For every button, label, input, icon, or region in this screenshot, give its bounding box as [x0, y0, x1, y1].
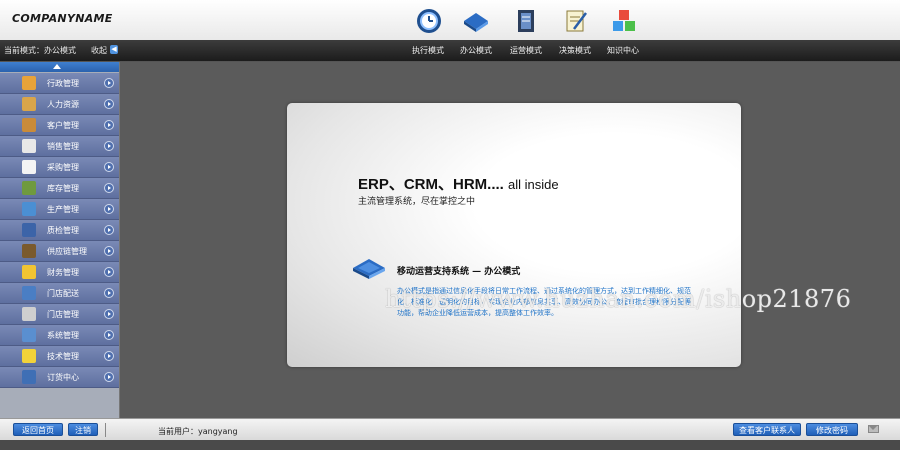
- collapse-link[interactable]: 收起: [91, 45, 107, 56]
- sales-icon: [22, 139, 36, 153]
- sidebar-item-supply-chain[interactable]: 供应链管理: [0, 241, 119, 262]
- tab-operation-mode[interactable]: 运营模式: [501, 45, 551, 56]
- section-heading: 移动运营支持系统 — 办公模式: [397, 267, 521, 277]
- book-icon: [353, 259, 385, 279]
- sidebar-item-label: 门店配送: [47, 289, 79, 298]
- sidebar-item-label: 客户管理: [47, 121, 79, 130]
- sidebar-item-inventory[interactable]: 库存管理: [0, 178, 119, 199]
- chevron-right-icon[interactable]: [104, 99, 114, 109]
- system-icon: [22, 328, 36, 342]
- tech-icon: [22, 349, 36, 363]
- people-icon: [22, 97, 36, 111]
- mail-icon[interactable]: [868, 425, 879, 433]
- sidebar: 行政管理人力资源客户管理销售管理采购管理库存管理生产管理质检管理供应链管理财务管…: [0, 62, 120, 418]
- sidebar-item-admin[interactable]: 行政管理: [0, 73, 119, 94]
- sidebar-item-finance[interactable]: 财务管理: [0, 262, 119, 283]
- home-button[interactable]: 返回首页: [13, 423, 63, 436]
- chevron-right-icon[interactable]: [104, 120, 114, 130]
- inventory-icon: [22, 181, 36, 195]
- delivery-icon: [22, 286, 36, 300]
- sidebar-item-label: 系统管理: [47, 331, 79, 340]
- finance-icon: [22, 265, 36, 279]
- up-arrow-icon[interactable]: [53, 64, 61, 69]
- tab-office-mode[interactable]: 办公模式: [451, 45, 501, 56]
- footer-bar: 返回首页 注销 当前用户：yangyang 查看客户联系人 修改密码: [0, 418, 900, 441]
- sidebar-item-delivery[interactable]: 门店配送: [0, 283, 119, 304]
- production-icon: [22, 202, 36, 216]
- company-logo: COMPANYNAME: [12, 12, 113, 25]
- sidebar-item-label: 销售管理: [47, 142, 79, 151]
- notepad-icon[interactable]: [562, 7, 590, 35]
- current-mode-label: 当前模式：办公模式: [4, 46, 76, 55]
- sidebar-item-tech[interactable]: 技术管理: [0, 346, 119, 367]
- chevron-right-icon[interactable]: [104, 267, 114, 277]
- sidebar-item-label: 生产管理: [47, 205, 79, 214]
- sidebar-item-label: 门店管理: [47, 310, 79, 319]
- footer-divider: [105, 423, 106, 437]
- headline: ERP、CRM、HRM.... all inside: [358, 173, 559, 194]
- chevron-right-icon[interactable]: [104, 246, 114, 256]
- tab-decision-mode[interactable]: 决策模式: [550, 45, 600, 56]
- sidebar-item-label: 技术管理: [47, 352, 79, 361]
- tab-knowledge-center[interactable]: 知识中心: [598, 45, 648, 56]
- headline-subtitle: 主流管理系统，尽在掌控之中: [358, 197, 476, 207]
- cubes-icon[interactable]: [610, 7, 638, 35]
- admin-icon: [22, 76, 36, 90]
- supply-chain-icon: [22, 244, 36, 258]
- quality-icon: [22, 223, 36, 237]
- sidebar-item-label: 行政管理: [47, 79, 79, 88]
- top-header: COMPANYNAME: [0, 0, 900, 41]
- sidebar-item-sales[interactable]: 销售管理: [0, 136, 119, 157]
- sidebar-item-production[interactable]: 生产管理: [0, 199, 119, 220]
- change-password-button[interactable]: 修改密码: [806, 423, 858, 436]
- watermark-text: https://www.huzhan.com/ishop21876: [385, 285, 852, 313]
- chevron-right-icon[interactable]: [104, 351, 114, 361]
- sidebar-item-label: 采购管理: [47, 163, 79, 172]
- sidebar-item-store[interactable]: 门店管理: [0, 304, 119, 325]
- chevron-right-icon[interactable]: [104, 78, 114, 88]
- headline-suffix: all inside: [508, 177, 559, 192]
- current-user: 当前用户：yangyang: [158, 427, 238, 436]
- customer-icon: [22, 118, 36, 132]
- chevron-right-icon[interactable]: [104, 309, 114, 319]
- sidebar-item-quality[interactable]: 质检管理: [0, 220, 119, 241]
- chevron-right-icon[interactable]: [104, 330, 114, 340]
- sidebar-item-label: 订货中心: [47, 373, 79, 382]
- sidebar-item-order[interactable]: 订货中心: [0, 367, 119, 388]
- book-icon[interactable]: [462, 7, 490, 35]
- sidebar-item-label: 质检管理: [47, 226, 79, 235]
- sidebar-item-label: 库存管理: [47, 184, 79, 193]
- sidebar-item-people[interactable]: 人力资源: [0, 94, 119, 115]
- headline-main: ERP、CRM、HRM....: [358, 176, 504, 193]
- sidebar-item-label: 供应链管理: [47, 247, 87, 256]
- chevron-right-icon[interactable]: [104, 141, 114, 151]
- chevron-right-icon[interactable]: [104, 162, 114, 172]
- logout-button[interactable]: 注销: [68, 423, 98, 436]
- collapse-arrow-icon[interactable]: ◀: [110, 45, 118, 54]
- store-icon: [22, 307, 36, 321]
- mode-bar: 当前模式：办公模式 收起 ◀ 执行模式 办公模式 运营模式 决策模式 知识中心: [0, 40, 900, 62]
- sidebar-item-label: 财务管理: [47, 268, 79, 277]
- view-contacts-button[interactable]: 查看客户联系人: [733, 423, 801, 436]
- sidebar-item-system[interactable]: 系统管理: [0, 325, 119, 346]
- sidebar-item-label: 人力资源: [47, 100, 79, 109]
- chevron-right-icon[interactable]: [104, 204, 114, 214]
- document-icon[interactable]: [512, 7, 540, 35]
- sidebar-item-customer[interactable]: 客户管理: [0, 115, 119, 136]
- order-icon: [22, 370, 36, 384]
- sidebar-item-purchase[interactable]: 采购管理: [0, 157, 119, 178]
- chevron-right-icon[interactable]: [104, 372, 114, 382]
- purchase-icon: [22, 160, 36, 174]
- sidebar-scroll-up[interactable]: [0, 62, 119, 72]
- chevron-right-icon[interactable]: [104, 183, 114, 193]
- welcome-card: ERP、CRM、HRM.... all inside 主流管理系统，尽在掌控之中…: [287, 103, 741, 367]
- chevron-right-icon[interactable]: [104, 288, 114, 298]
- clock-icon[interactable]: [415, 7, 443, 35]
- bottom-strip: [0, 440, 900, 450]
- tab-execute-mode[interactable]: 执行模式: [403, 45, 453, 56]
- chevron-right-icon[interactable]: [104, 225, 114, 235]
